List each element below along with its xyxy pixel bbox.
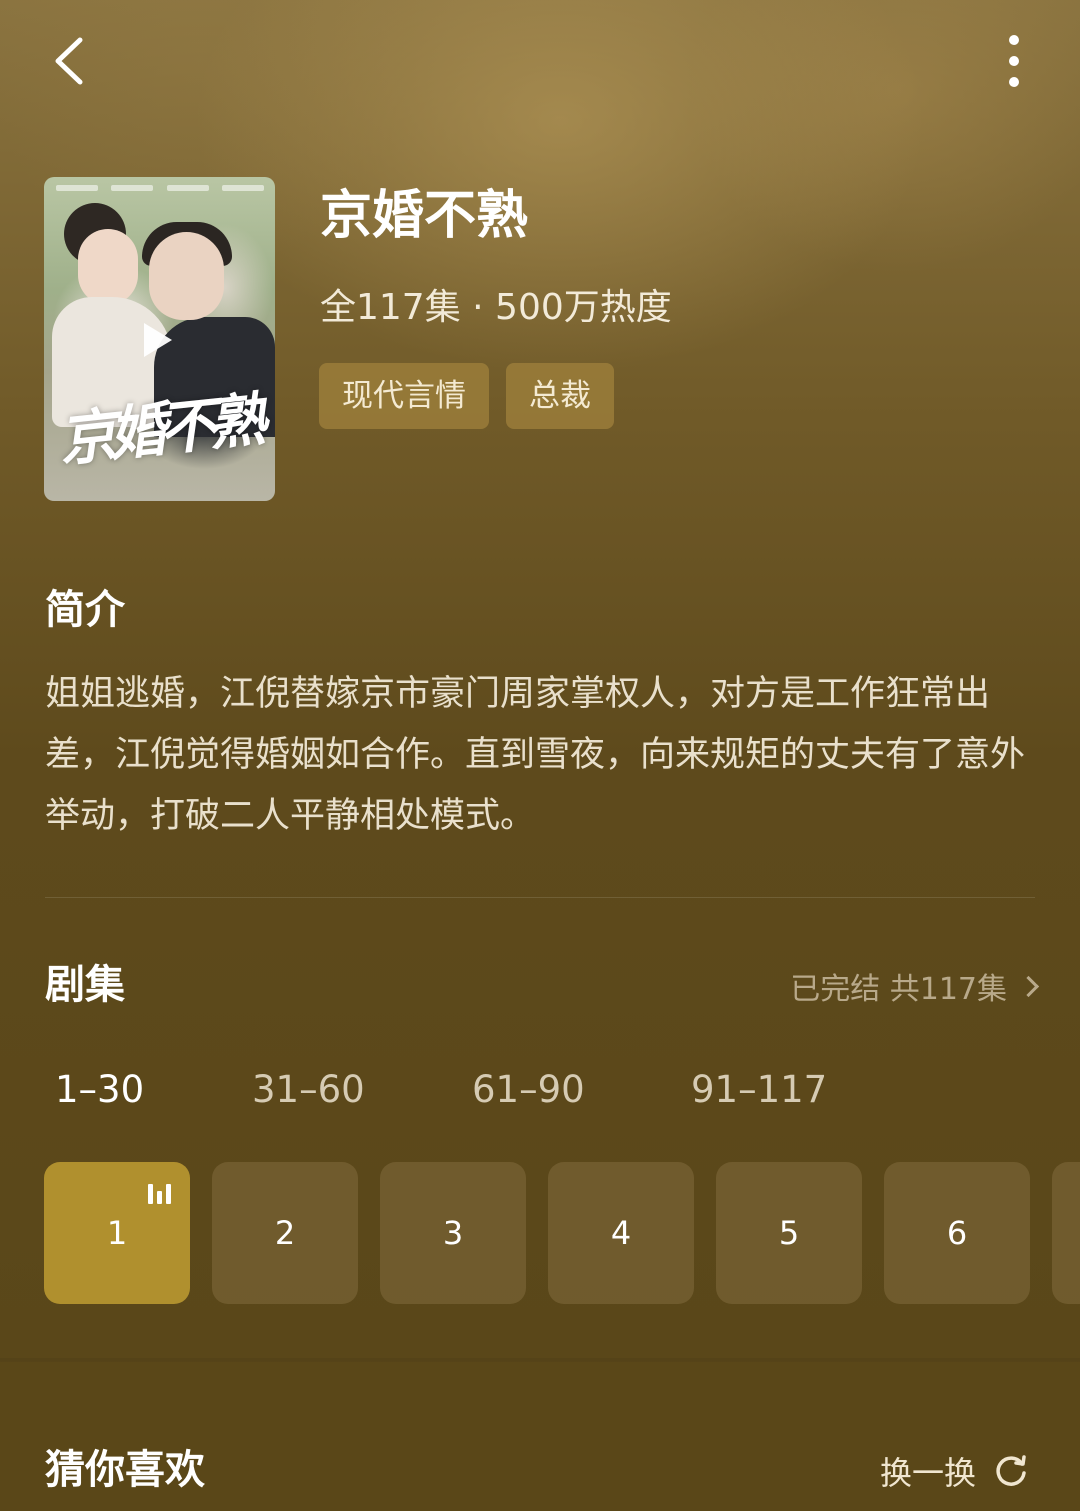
play-icon — [144, 323, 172, 357]
genre-tags: 现代言情 总裁 — [319, 363, 614, 429]
refresh-label: 换一换 — [880, 1454, 977, 1492]
episode-tile[interactable]: 2 — [212, 1162, 358, 1304]
drama-title: 京婚不熟 — [320, 186, 529, 246]
recommend-heading: 猜你喜欢 — [45, 1447, 205, 1493]
genre-tag[interactable]: 现代言情 — [319, 363, 489, 429]
episode-tile-active[interactable]: 1 — [44, 1162, 190, 1304]
episode-number: 5 — [778, 1214, 800, 1252]
now-playing-icon — [146, 1182, 174, 1204]
episode-tile[interactable]: 5 — [716, 1162, 862, 1304]
range-tab-61-90[interactable]: 61–90 — [472, 1066, 585, 1114]
chevron-left-icon — [55, 37, 83, 85]
episode-list: 1 2 3 4 5 6 — [44, 1162, 1080, 1304]
range-tab-91-117[interactable]: 91–117 — [691, 1066, 827, 1114]
episode-tile[interactable]: 4 — [548, 1162, 694, 1304]
episode-number: 3 — [442, 1214, 464, 1252]
episodes-status-link[interactable]: 已完结 共117集 — [784, 962, 1040, 1010]
poster-credits — [56, 185, 264, 203]
more-vertical-icon — [1009, 35, 1019, 87]
episode-tile-partial[interactable] — [1052, 1162, 1080, 1304]
synopsis-text: 姐姐逃婚，江倪替嫁京市豪门周家掌权人，对方是工作狂常出差，江倪觉得婚姻如合作。直… — [45, 674, 1026, 836]
episodes-status-text: 已完结 共117集 — [790, 972, 1007, 1007]
back-button[interactable] — [44, 30, 100, 90]
divider — [45, 897, 1035, 898]
episode-number: 6 — [946, 1214, 968, 1252]
episode-tile[interactable]: 3 — [380, 1162, 526, 1304]
poster-figure — [78, 229, 138, 305]
genre-tag[interactable]: 总裁 — [506, 363, 614, 429]
refresh-button[interactable]: 换一换 — [880, 1444, 1028, 1498]
episode-number: 4 — [610, 1214, 632, 1252]
episode-number: 1 — [106, 1214, 128, 1252]
episode-number: 2 — [274, 1214, 296, 1252]
drama-poster[interactable]: 京婚不熟 — [44, 177, 275, 501]
range-tab-31-60[interactable]: 31–60 — [252, 1066, 365, 1114]
synopsis-heading: 简介 — [45, 587, 125, 633]
poster-figure — [149, 232, 224, 320]
episodes-heading: 剧集 — [45, 962, 125, 1008]
drama-meta: 全117集 · 500万热度 — [320, 287, 672, 328]
more-button[interactable] — [990, 30, 1038, 94]
refresh-icon — [996, 1455, 1026, 1486]
episode-tile[interactable]: 6 — [884, 1162, 1030, 1304]
range-tab-1-30[interactable]: 1–30 — [55, 1066, 144, 1114]
chevron-right-icon — [1017, 975, 1040, 997]
